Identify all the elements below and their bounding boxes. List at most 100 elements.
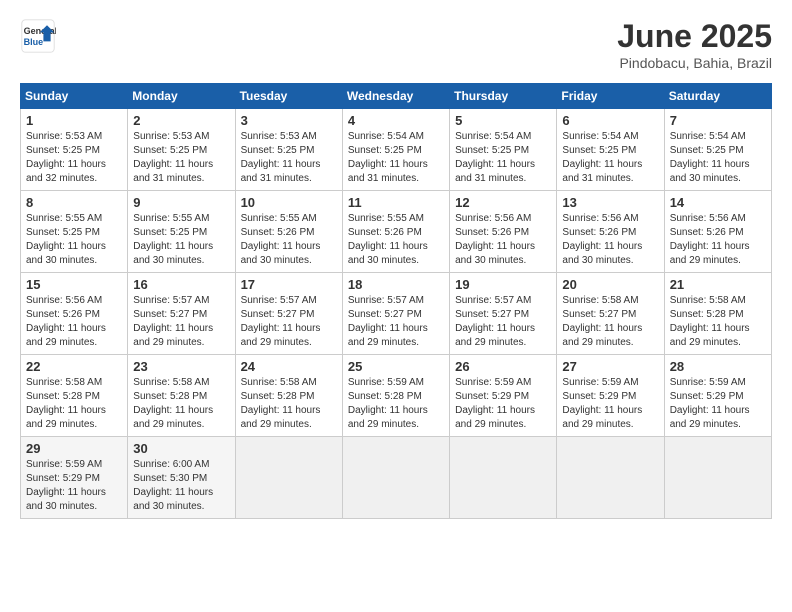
day-info: Sunrise: 5:57 AMSunset: 5:27 PMDaylight:… [455,295,535,348]
week-row-1: 1 Sunrise: 5:53 AMSunset: 5:25 PMDayligh… [21,109,772,191]
day-number: 14 [670,195,766,210]
day-info: Sunrise: 5:56 AMSunset: 5:26 PMDaylight:… [26,295,106,348]
day-number: 17 [241,277,337,292]
day-info: Sunrise: 5:54 AMSunset: 5:25 PMDaylight:… [562,131,642,184]
day-info: Sunrise: 5:59 AMSunset: 5:29 PMDaylight:… [670,377,750,430]
day-number: 25 [348,359,444,374]
week-row-2: 8 Sunrise: 5:55 AMSunset: 5:25 PMDayligh… [21,191,772,273]
table-row: 5 Sunrise: 5:54 AMSunset: 5:25 PMDayligh… [450,109,557,191]
week-row-4: 22 Sunrise: 5:58 AMSunset: 5:28 PMDaylig… [21,355,772,437]
table-row: 8 Sunrise: 5:55 AMSunset: 5:25 PMDayligh… [21,191,128,273]
day-info: Sunrise: 6:00 AMSunset: 5:30 PMDaylight:… [133,459,213,512]
day-number: 22 [26,359,122,374]
day-info: Sunrise: 5:53 AMSunset: 5:25 PMDaylight:… [26,131,106,184]
day-number: 30 [133,441,229,456]
col-sunday: Sunday [21,84,128,109]
table-row: 9 Sunrise: 5:55 AMSunset: 5:25 PMDayligh… [128,191,235,273]
day-info: Sunrise: 5:55 AMSunset: 5:26 PMDaylight:… [348,213,428,266]
day-number: 26 [455,359,551,374]
day-info: Sunrise: 5:59 AMSunset: 5:29 PMDaylight:… [562,377,642,430]
logo: General Blue [20,18,56,54]
table-row: 18 Sunrise: 5:57 AMSunset: 5:27 PMDaylig… [342,273,449,355]
week-row-5: 29 Sunrise: 5:59 AMSunset: 5:29 PMDaylig… [21,437,772,519]
day-info: Sunrise: 5:59 AMSunset: 5:29 PMDaylight:… [455,377,535,430]
day-info: Sunrise: 5:58 AMSunset: 5:28 PMDaylight:… [241,377,321,430]
table-row [342,437,449,519]
day-number: 16 [133,277,229,292]
table-row: 27 Sunrise: 5:59 AMSunset: 5:29 PMDaylig… [557,355,664,437]
table-row: 19 Sunrise: 5:57 AMSunset: 5:27 PMDaylig… [450,273,557,355]
table-row: 16 Sunrise: 5:57 AMSunset: 5:27 PMDaylig… [128,273,235,355]
day-info: Sunrise: 5:57 AMSunset: 5:27 PMDaylight:… [133,295,213,348]
day-number: 19 [455,277,551,292]
table-row: 2 Sunrise: 5:53 AMSunset: 5:25 PMDayligh… [128,109,235,191]
day-number: 6 [562,113,658,128]
table-row [557,437,664,519]
calendar-table: Sunday Monday Tuesday Wednesday Thursday… [20,83,772,519]
day-info: Sunrise: 5:53 AMSunset: 5:25 PMDaylight:… [133,131,213,184]
day-info: Sunrise: 5:58 AMSunset: 5:28 PMDaylight:… [670,295,750,348]
day-number: 24 [241,359,337,374]
table-row: 15 Sunrise: 5:56 AMSunset: 5:26 PMDaylig… [21,273,128,355]
day-number: 29 [26,441,122,456]
day-number: 3 [241,113,337,128]
header-row: Sunday Monday Tuesday Wednesday Thursday… [21,84,772,109]
day-info: Sunrise: 5:55 AMSunset: 5:25 PMDaylight:… [133,213,213,266]
day-info: Sunrise: 5:55 AMSunset: 5:26 PMDaylight:… [241,213,321,266]
day-number: 28 [670,359,766,374]
table-row: 23 Sunrise: 5:58 AMSunset: 5:28 PMDaylig… [128,355,235,437]
table-row [664,437,771,519]
day-number: 13 [562,195,658,210]
day-info: Sunrise: 5:54 AMSunset: 5:25 PMDaylight:… [348,131,428,184]
day-number: 12 [455,195,551,210]
table-row: 7 Sunrise: 5:54 AMSunset: 5:25 PMDayligh… [664,109,771,191]
day-number: 8 [26,195,122,210]
table-row: 25 Sunrise: 5:59 AMSunset: 5:28 PMDaylig… [342,355,449,437]
table-row: 28 Sunrise: 5:59 AMSunset: 5:29 PMDaylig… [664,355,771,437]
table-row [235,437,342,519]
table-row: 1 Sunrise: 5:53 AMSunset: 5:25 PMDayligh… [21,109,128,191]
day-info: Sunrise: 5:59 AMSunset: 5:29 PMDaylight:… [26,459,106,512]
day-info: Sunrise: 5:56 AMSunset: 5:26 PMDaylight:… [670,213,750,266]
day-info: Sunrise: 5:56 AMSunset: 5:26 PMDaylight:… [562,213,642,266]
day-info: Sunrise: 5:56 AMSunset: 5:26 PMDaylight:… [455,213,535,266]
title-block: June 2025 Pindobacu, Bahia, Brazil [617,18,772,71]
day-info: Sunrise: 5:58 AMSunset: 5:28 PMDaylight:… [26,377,106,430]
day-info: Sunrise: 5:55 AMSunset: 5:25 PMDaylight:… [26,213,106,266]
table-row: 3 Sunrise: 5:53 AMSunset: 5:25 PMDayligh… [235,109,342,191]
table-row: 26 Sunrise: 5:59 AMSunset: 5:29 PMDaylig… [450,355,557,437]
day-number: 10 [241,195,337,210]
logo-icon: General Blue [20,18,56,54]
day-number: 21 [670,277,766,292]
table-row [450,437,557,519]
col-friday: Friday [557,84,664,109]
day-info: Sunrise: 5:59 AMSunset: 5:28 PMDaylight:… [348,377,428,430]
table-row: 6 Sunrise: 5:54 AMSunset: 5:25 PMDayligh… [557,109,664,191]
week-row-3: 15 Sunrise: 5:56 AMSunset: 5:26 PMDaylig… [21,273,772,355]
calendar-subtitle: Pindobacu, Bahia, Brazil [617,55,772,71]
table-row: 11 Sunrise: 5:55 AMSunset: 5:26 PMDaylig… [342,191,449,273]
col-thursday: Thursday [450,84,557,109]
day-number: 20 [562,277,658,292]
day-info: Sunrise: 5:58 AMSunset: 5:27 PMDaylight:… [562,295,642,348]
calendar-title: June 2025 [617,18,772,55]
table-row: 29 Sunrise: 5:59 AMSunset: 5:29 PMDaylig… [21,437,128,519]
col-tuesday: Tuesday [235,84,342,109]
day-number: 18 [348,277,444,292]
table-row: 10 Sunrise: 5:55 AMSunset: 5:26 PMDaylig… [235,191,342,273]
table-row: 12 Sunrise: 5:56 AMSunset: 5:26 PMDaylig… [450,191,557,273]
table-row: 17 Sunrise: 5:57 AMSunset: 5:27 PMDaylig… [235,273,342,355]
day-number: 7 [670,113,766,128]
day-number: 11 [348,195,444,210]
day-info: Sunrise: 5:54 AMSunset: 5:25 PMDaylight:… [670,131,750,184]
page: General Blue June 2025 Pindobacu, Bahia,… [0,0,792,612]
day-number: 2 [133,113,229,128]
day-info: Sunrise: 5:54 AMSunset: 5:25 PMDaylight:… [455,131,535,184]
table-row: 24 Sunrise: 5:58 AMSunset: 5:28 PMDaylig… [235,355,342,437]
table-row: 13 Sunrise: 5:56 AMSunset: 5:26 PMDaylig… [557,191,664,273]
table-row: 14 Sunrise: 5:56 AMSunset: 5:26 PMDaylig… [664,191,771,273]
table-row: 4 Sunrise: 5:54 AMSunset: 5:25 PMDayligh… [342,109,449,191]
table-row: 22 Sunrise: 5:58 AMSunset: 5:28 PMDaylig… [21,355,128,437]
day-number: 1 [26,113,122,128]
col-wednesday: Wednesday [342,84,449,109]
